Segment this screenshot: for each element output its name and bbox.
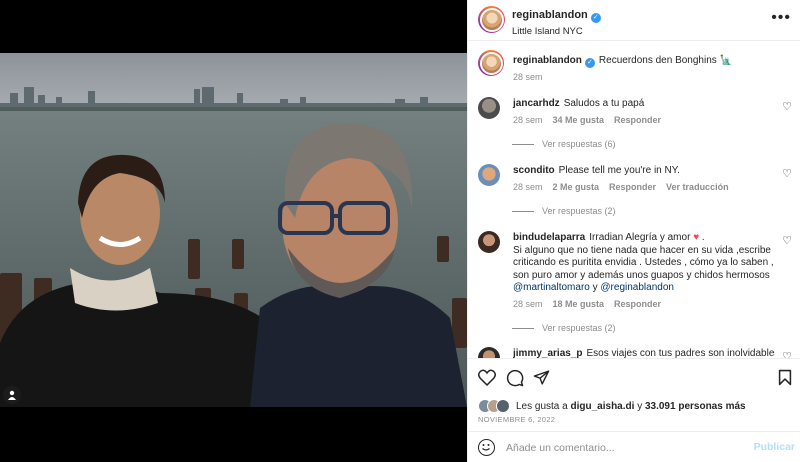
liker-avatar[interactable] bbox=[496, 399, 510, 413]
comment-username[interactable]: bindudelaparra bbox=[513, 232, 585, 243]
woman-figure bbox=[0, 154, 280, 407]
comments-list[interactable]: reginablandon ✓ Recuerdons den Bonghins 🗽 … bbox=[468, 42, 800, 358]
share-icon[interactable] bbox=[533, 369, 550, 386]
tag-person-icon bbox=[8, 390, 16, 400]
comment-username[interactable]: scondito bbox=[513, 165, 555, 176]
mention-and: y bbox=[592, 282, 598, 293]
author-avatar[interactable] bbox=[478, 6, 505, 33]
translate-button[interactable]: Ver traducción bbox=[666, 182, 729, 192]
post-date[interactable]: NOVIEMBRE 6, 2022 bbox=[478, 415, 555, 424]
heart-icon[interactable]: ♡ bbox=[782, 234, 792, 247]
likes-summary: Les gusta a digu_aisha.di y 33.091 perso… bbox=[478, 399, 746, 413]
reply-button[interactable]: Responder bbox=[614, 299, 661, 309]
more-options-icon[interactable]: ••• bbox=[771, 9, 791, 27]
view-replies-button[interactable]: Ver respuestas (6) bbox=[512, 139, 616, 149]
comment-avatar[interactable] bbox=[478, 164, 500, 186]
view-replies-button[interactable]: Ver respuestas (2) bbox=[512, 206, 616, 216]
publish-button[interactable]: Publicar bbox=[754, 441, 795, 453]
comment-text: Saludos a tu papá bbox=[563, 98, 645, 109]
caption-meta: 28 sem bbox=[513, 72, 553, 82]
comment-avatar[interactable] bbox=[478, 97, 500, 119]
caption-username[interactable]: reginablandon bbox=[513, 55, 582, 66]
likes-mid: y bbox=[637, 400, 643, 412]
likes-user-link[interactable]: digu_aisha.di bbox=[571, 401, 635, 412]
comment-time[interactable]: 28 sem bbox=[513, 115, 543, 125]
comment-username[interactable]: jancarhdz bbox=[513, 98, 560, 109]
comment-time[interactable]: 28 sem bbox=[513, 299, 543, 309]
comment-meta: 28 sem 18 Me gusta Responder bbox=[513, 299, 671, 309]
comment-avatar[interactable] bbox=[478, 347, 500, 358]
post-header: reginablandon ✓ Little Island NYC ••• bbox=[468, 0, 800, 41]
likes-count-link[interactable]: 33.091 personas más bbox=[645, 401, 746, 412]
verified-icon: ✓ bbox=[584, 58, 595, 68]
comment-text: Si alguno que no tiene nada que hacer en… bbox=[513, 244, 774, 281]
heart-icon[interactable]: ♡ bbox=[782, 167, 792, 180]
man-figure bbox=[250, 123, 467, 407]
likes-prefix: Les gusta a bbox=[516, 400, 568, 412]
comment-input[interactable] bbox=[506, 438, 736, 458]
verified-icon: ✓ bbox=[590, 13, 601, 23]
caption-text: Recuerdons den Bonghins 🗽 bbox=[598, 55, 732, 66]
comment-time[interactable]: 28 sem bbox=[513, 182, 543, 192]
comment-meta: 28 sem 2 Me gusta Responder Ver traducción bbox=[513, 182, 739, 192]
post-location[interactable]: Little Island NYC bbox=[512, 26, 601, 37]
post-actions: Les gusta a digu_aisha.di y 33.091 perso… bbox=[468, 358, 800, 462]
post-media-pane bbox=[0, 0, 467, 462]
comment-likes[interactable]: 2 Me gusta bbox=[553, 182, 600, 192]
mention-link[interactable]: @reginablandon bbox=[600, 282, 674, 293]
comment-meta: 28 sem 34 Me gusta Responder bbox=[513, 115, 671, 125]
caption-avatar[interactable] bbox=[478, 50, 504, 76]
caption-time[interactable]: 28 sem bbox=[513, 72, 543, 82]
author-username[interactable]: reginablandon bbox=[512, 9, 588, 21]
comment-text-line1: Irradian Alegría y amor bbox=[589, 232, 691, 243]
comment-username[interactable]: jimmy_arias_p bbox=[513, 348, 583, 358]
comment-likes[interactable]: 34 Me gusta bbox=[553, 115, 605, 125]
red-heart-emoji: ♥ bbox=[693, 232, 700, 243]
heart-icon[interactable]: ♡ bbox=[782, 100, 792, 113]
view-replies-button[interactable]: Ver respuestas (2) bbox=[512, 323, 616, 333]
comment-icon[interactable] bbox=[506, 369, 524, 387]
tag-person-button[interactable] bbox=[3, 386, 21, 404]
bookmark-icon[interactable] bbox=[778, 369, 792, 386]
reply-button[interactable]: Responder bbox=[609, 182, 656, 192]
post-sidebar: reginablandon ✓ Little Island NYC ••• reg… bbox=[467, 0, 800, 462]
comment-avatar[interactable] bbox=[478, 231, 500, 253]
comment-text: Esos viajes con tus padres son inolvidab… bbox=[586, 348, 776, 358]
mention-link[interactable]: @martinaltomaro bbox=[513, 282, 590, 293]
heart-icon[interactable]: ♡ bbox=[782, 350, 792, 358]
post-photo[interactable] bbox=[0, 53, 467, 407]
emoji-icon[interactable] bbox=[478, 439, 495, 456]
comment-text: Please tell me you're in NY. bbox=[558, 165, 680, 176]
reply-button[interactable]: Responder bbox=[614, 115, 661, 125]
comment-likes[interactable]: 18 Me gusta bbox=[553, 299, 605, 309]
comment-composer: Publicar bbox=[468, 431, 800, 462]
heart-icon[interactable] bbox=[478, 369, 496, 386]
